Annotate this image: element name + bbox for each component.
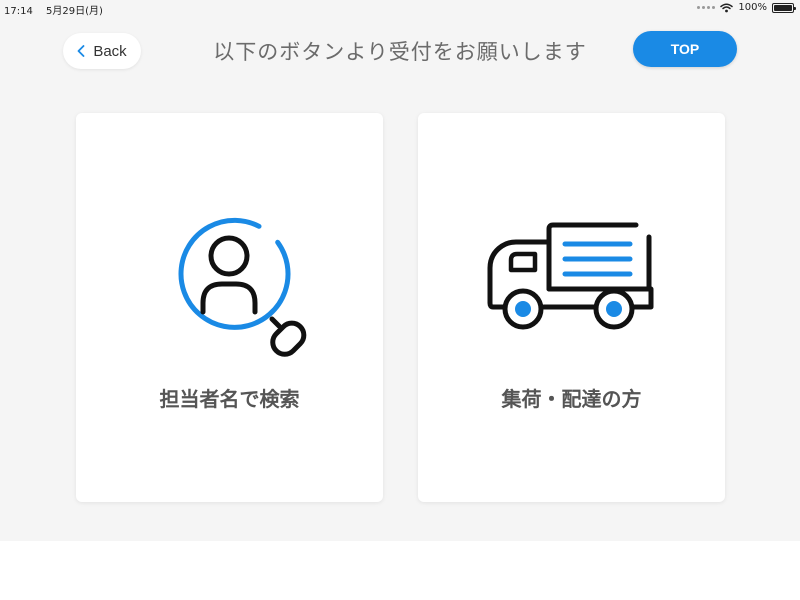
back-button[interactable]: Back: [63, 33, 141, 69]
wifi-icon: [720, 3, 734, 12]
pickup-delivery-label: 集荷・配達の方: [501, 387, 642, 411]
battery-percent: 100%: [738, 2, 767, 13]
delivery-truck-icon: [487, 222, 654, 330]
pickup-delivery-card[interactable]: 集荷・配達の方: [418, 113, 725, 502]
person-search-icon: [178, 217, 307, 357]
top-button[interactable]: TOP: [633, 31, 737, 67]
status-date: 5月29日(月): [46, 6, 103, 17]
back-label: Back: [93, 42, 127, 60]
search-by-staff-card[interactable]: 担当者名で検索: [76, 113, 383, 502]
app-screen: 17:14 5月29日(月) 100% Back 以下のボタンより受付をお願いし…: [0, 0, 800, 541]
page-title: 以下のボタンより受付をお願いします: [213, 40, 587, 64]
search-by-staff-label: 担当者名で検索: [159, 387, 300, 411]
status-bar: 17:14 5月29日(月) 100%: [0, 0, 800, 17]
battery-icon: [772, 2, 796, 13]
status-time: 17:14: [4, 6, 33, 17]
chevron-left-icon: [77, 45, 85, 57]
signal-icon: [697, 6, 716, 9]
